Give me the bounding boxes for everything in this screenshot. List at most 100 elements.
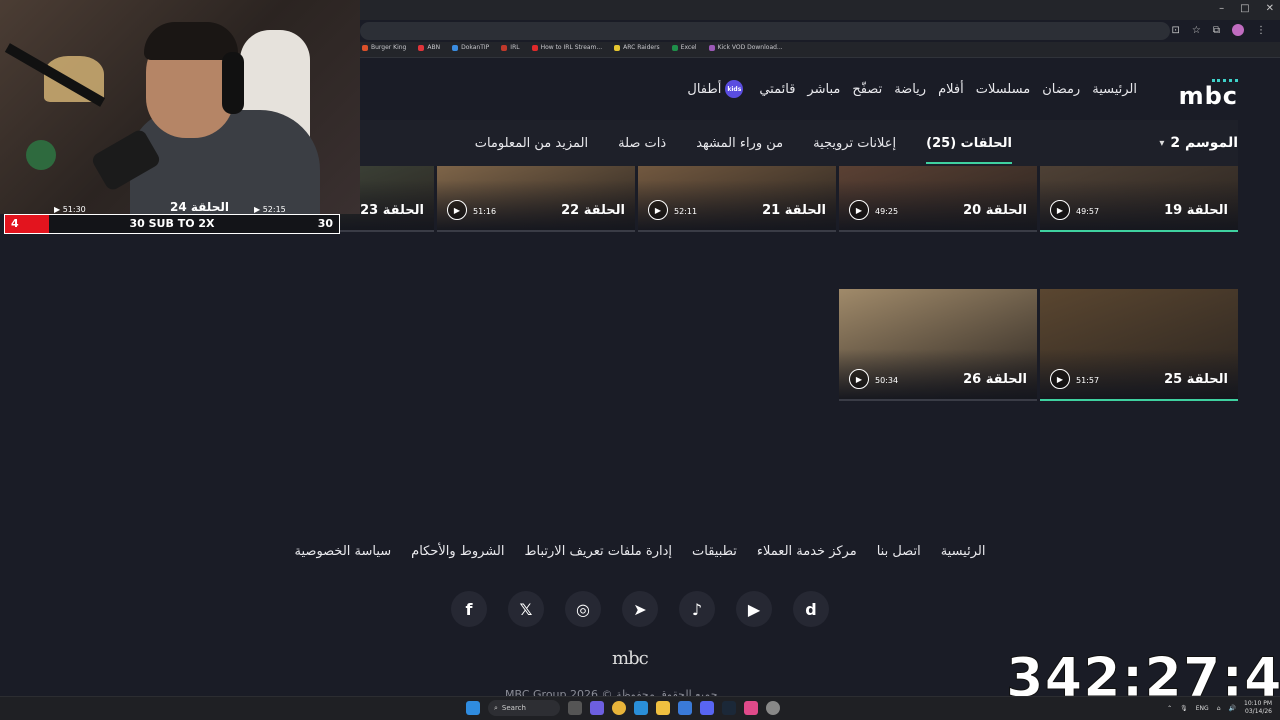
bookmark-favicon-icon xyxy=(362,44,368,51)
cam-episode-title: الحلقة 24 xyxy=(170,200,229,214)
nav-kids[interactable]: kids أطفال xyxy=(687,80,747,98)
clock-time: 10:10 PM xyxy=(1244,700,1272,707)
tab-related[interactable]: ذات صلة xyxy=(618,136,666,151)
browser-toolbar-icons: ⊡ ☆ ⧉ ⋮ xyxy=(1172,24,1266,36)
bookmark-item[interactable]: DokanTIP xyxy=(452,44,489,51)
telegram-icon[interactable]: ➤ xyxy=(622,591,658,627)
discord-icon[interactable] xyxy=(700,701,714,715)
footer-link-home[interactable]: الرئيسية xyxy=(941,544,986,559)
mbc-logo[interactable]: mbc xyxy=(1179,82,1238,110)
window-controls: – □ ✕ xyxy=(1219,3,1274,14)
episode-card[interactable]: الحلقة 26 ▶ 50:34 xyxy=(839,289,1037,401)
maximize-button[interactable]: □ xyxy=(1240,3,1249,14)
sub-goal-label: 30 SUB TO 2X xyxy=(129,217,215,230)
task-view-icon[interactable] xyxy=(568,701,582,715)
bookmark-favicon-icon xyxy=(614,44,621,51)
volume-icon[interactable]: 🔊 xyxy=(1229,705,1236,712)
tab-promos[interactable]: إعلانات ترويجية xyxy=(813,136,896,151)
footer-links: الرئيسية اتصل بنا مركز خدمة العملاء تطبي… xyxy=(0,544,1280,559)
nav-my-list[interactable]: قائمتي xyxy=(759,82,795,97)
bookmark-star-icon[interactable]: ☆ xyxy=(1192,25,1201,36)
footer-link-terms[interactable]: الشروط والأحكام xyxy=(411,544,504,559)
season-selector[interactable]: الموسم 2 ▾ xyxy=(1042,135,1238,151)
episode-title: الحلقة 25 xyxy=(1164,372,1228,387)
play-icon[interactable]: ▶ xyxy=(648,200,668,220)
clock[interactable]: 10:10 PM 03/14/26 xyxy=(1244,700,1272,716)
youtube-icon[interactable]: ▶ xyxy=(736,591,772,627)
extensions-icon[interactable]: ⧉ xyxy=(1213,25,1220,36)
bookmark-item[interactable]: ABN xyxy=(418,44,440,51)
bookmark-label: How to IRL Stream... xyxy=(540,44,603,51)
footer-link-apps[interactable]: تطبيقات xyxy=(692,544,737,559)
social-links: d ▶ ♪ ➤ ◎ 𝕏f xyxy=(0,591,1280,627)
tab-behind-scenes[interactable]: من وراء المشهد xyxy=(696,136,783,151)
nav-live[interactable]: مباشر xyxy=(807,82,840,97)
nav-kids-label: أطفال xyxy=(687,81,722,97)
nav-browse[interactable]: تصفّح xyxy=(852,82,882,97)
taskbar-search[interactable]: ⌕ Search xyxy=(488,700,560,716)
store-icon[interactable] xyxy=(678,701,692,715)
tab-more-info[interactable]: المزيد من المعلومات xyxy=(475,136,588,151)
edge-icon[interactable] xyxy=(634,701,648,715)
episode-tabs-bar: الموسم 2 ▾ الحلقات (25) إعلانات ترويجية … xyxy=(358,120,1238,166)
tab-episodes[interactable]: الحلقات (25) xyxy=(926,136,1012,164)
app-icon[interactable] xyxy=(744,701,758,715)
bookmark-item[interactable]: Burger King xyxy=(362,44,406,51)
steam-icon[interactable] xyxy=(722,701,736,715)
bookmark-item[interactable]: Kick VOD Download... xyxy=(708,44,783,51)
episode-title: الحلقة 26 xyxy=(963,372,1027,387)
facebook-icon[interactable]: f xyxy=(451,591,487,627)
bookmark-item[interactable]: How to IRL Stream... xyxy=(531,44,603,51)
file-explorer-icon[interactable] xyxy=(656,701,670,715)
footer-mbc-logo[interactable]: mbc xyxy=(612,648,649,669)
episode-title: الحلقة 21 xyxy=(762,203,826,218)
footer-link-support[interactable]: مركز خدمة العملاء xyxy=(757,544,857,559)
play-icon[interactable]: ▶ xyxy=(849,200,869,220)
address-bar[interactable] xyxy=(360,22,1170,40)
mic-tray-icon[interactable]: 🎙 xyxy=(1180,705,1188,712)
nav-sports[interactable]: رياضة xyxy=(894,82,926,97)
menu-icon[interactable]: ⋮ xyxy=(1256,25,1266,36)
nav-series[interactable]: مسلسلات xyxy=(976,82,1030,97)
taskbar-search-label: Search xyxy=(501,704,526,712)
profile-avatar[interactable] xyxy=(1232,24,1244,36)
episode-duration: 50:34 xyxy=(875,376,899,385)
nav-ramadan[interactable]: رمضان xyxy=(1042,82,1080,97)
x-icon[interactable]: 𝕏 xyxy=(508,591,544,627)
play-icon[interactable]: ▶ xyxy=(447,200,467,220)
chrome-icon[interactable] xyxy=(612,701,626,715)
close-button[interactable]: ✕ xyxy=(1266,3,1274,14)
bookmark-list: Burger King ABN DokanTIP IRL How to IRL Stre… xyxy=(362,44,783,51)
episode-duration: 51:57 xyxy=(1076,376,1100,385)
windows-start-icon[interactable] xyxy=(466,701,480,715)
tray-chevron-icon[interactable]: ⌃ xyxy=(1167,705,1172,712)
footer-link-contact[interactable]: اتصل بنا xyxy=(877,544,921,559)
minimize-button[interactable]: – xyxy=(1219,3,1224,14)
play-icon[interactable]: ▶ xyxy=(1050,369,1070,389)
footer-link-privacy[interactable]: سياسة الخصوصية xyxy=(295,544,392,559)
episode-card[interactable]: الحلقة 25 ▶ 51:57 xyxy=(1040,289,1238,401)
obs-icon[interactable] xyxy=(766,701,780,715)
nav-movies[interactable]: أفلام xyxy=(938,82,964,97)
bookmark-item[interactable]: ARC Raiders xyxy=(614,44,660,51)
instagram-icon[interactable]: ◎ xyxy=(565,591,601,627)
globe-decor xyxy=(26,140,56,170)
episode-duration: 52:11 xyxy=(674,207,698,216)
clock-date: 03/14/26 xyxy=(1245,708,1272,715)
taskbar-apps: ⌕ Search xyxy=(466,700,780,716)
language-indicator[interactable]: ENG xyxy=(1196,705,1209,712)
season-label: الموسم 2 xyxy=(1170,135,1238,151)
kids-icon: kids xyxy=(725,80,744,98)
play-icon[interactable]: ▶ xyxy=(849,369,869,389)
install-icon[interactable]: ⊡ xyxy=(1172,25,1180,36)
bookmark-favicon-icon xyxy=(671,44,678,51)
network-icon[interactable]: ⌂ xyxy=(1217,705,1221,712)
d-icon[interactable]: d xyxy=(793,591,829,627)
nav-home[interactable]: الرئيسية xyxy=(1092,82,1137,97)
bookmark-item[interactable]: IRL xyxy=(501,44,520,51)
play-icon[interactable]: ▶ xyxy=(1050,200,1070,220)
bookmark-item[interactable]: Excel xyxy=(671,44,697,51)
footer-link-cookies[interactable]: إدارة ملفات تعريف الارتباط xyxy=(524,544,672,559)
tiktok-icon[interactable]: ♪ xyxy=(679,591,715,627)
copilot-icon[interactable] xyxy=(590,701,604,715)
